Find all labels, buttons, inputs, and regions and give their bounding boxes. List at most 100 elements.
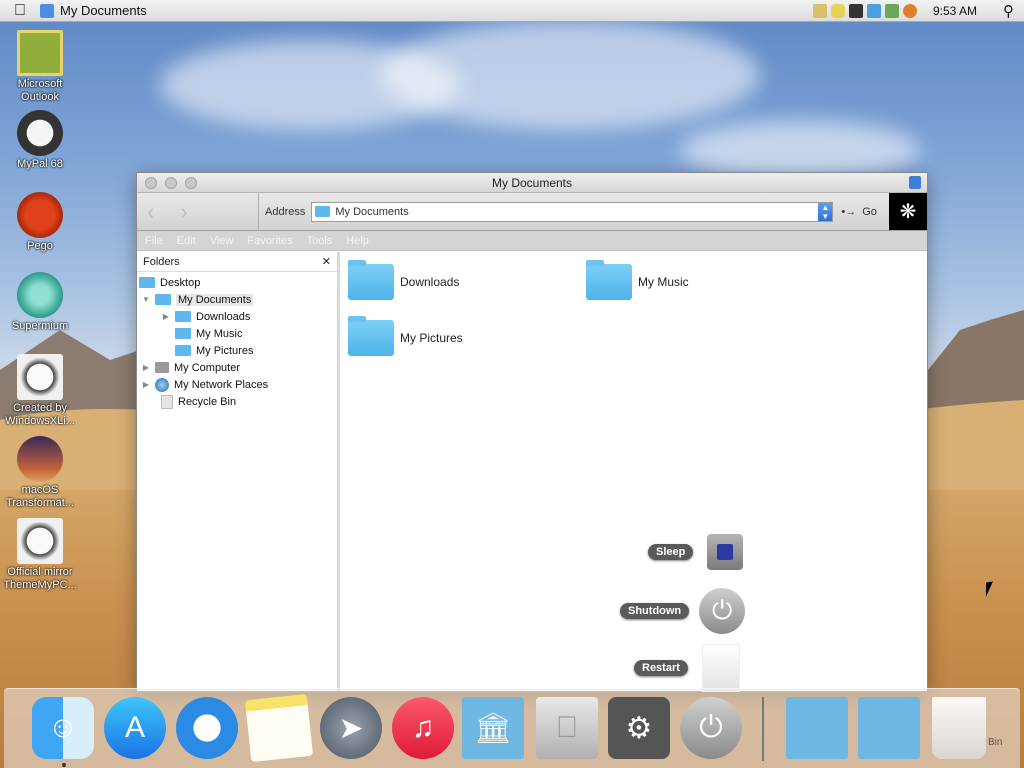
folder-item-label: My Pictures [400,331,463,345]
address-dropdown-button[interactable]: ▲ ▼ [818,202,833,221]
desktop-icon-supermium[interactable]: Supermium [0,272,80,333]
applications-folder-dock-icon[interactable] [786,697,848,759]
menu-file[interactable]: File [145,235,163,247]
tree-item-desktop[interactable]: Desktop [137,274,337,291]
system-preferences-gear-icon[interactable]: ⚙ [608,697,670,759]
menu-view[interactable]: View [210,235,234,247]
explorer-window: My Documents ‹ › Address My Documents ▲ ▼… [136,172,928,692]
shield-icon[interactable] [830,3,845,18]
power-dock-icon[interactable]: ⏻ [680,697,742,759]
folders-pane: Folders ✕ Desktop ▼ My Documents ▶ Downl… [137,252,340,691]
dock: ☺ A ➤ ♫ 🏛  ⚙ ⏻ Bin [4,688,1020,768]
desktop-icon-label: Created by WindowsXLi... [5,402,75,427]
folder-icon [155,294,171,305]
keyboard-icon[interactable] [812,3,827,18]
music-folder-icon [586,260,632,300]
cloud [680,120,920,180]
close-pane-icon[interactable]: ✕ [322,255,331,268]
pictures-folder-icon [348,316,394,356]
launchpad-rocket-icon[interactable]: ➤ [320,697,382,759]
search-icon[interactable]: ⚲ [1003,2,1014,20]
collapsed-arrow-icon[interactable]: ▶ [141,363,151,372]
folder-icon [175,328,191,339]
desktop-icon-macos-transformation[interactable]: macOS Transformat... [0,436,80,510]
window-body: Folders ✕ Desktop ▼ My Documents ▶ Downl… [137,252,927,692]
library-folder-dock-icon[interactable]: 🏛 [462,697,524,759]
restart-option[interactable]: Restart [634,644,740,692]
collapsed-arrow-icon[interactable]: ▶ [141,380,151,389]
notes-dock-icon[interactable] [244,693,314,763]
mac-pro-dock-icon[interactable]:  [536,697,598,759]
folder-item-my-music[interactable]: My Music [586,260,689,300]
trash-icon [161,394,173,409]
back-button[interactable]: ‹ [147,199,154,225]
restart-page-icon [701,644,740,692]
computer-icon [155,362,169,373]
menu-help[interactable]: Help [346,235,369,247]
shutdown-option[interactable]: Shutdown ⏻ [620,588,746,634]
finder-dock-icon[interactable]: ☺ [32,697,94,759]
clock[interactable]: 9:53 AM [933,4,977,18]
folder-item-downloads[interactable]: Downloads [348,260,459,300]
desktop-icon-label: macOS Transformat... [5,484,75,509]
music-dock-icon[interactable]: ♫ [392,697,454,759]
folder-item-my-pictures[interactable]: My Pictures [348,316,463,356]
finder-corner-icon[interactable] [909,176,921,189]
tree-item-downloads[interactable]: ▶ Downloads [137,308,337,325]
dock-separator [762,697,764,761]
tree-item-my-music[interactable]: My Music [137,325,337,342]
collapsed-arrow-icon[interactable]: ▶ [161,312,171,321]
apple-menu-icon[interactable]:  [0,2,40,20]
expanded-arrow-icon[interactable]: ▼ [141,295,151,304]
desktop-icon-label: Official mirror ThemeMyPC... [3,566,77,591]
desktop-icon-outlook[interactable]: Microsoft Outlook [0,30,80,104]
tree-item-label: Desktop [160,276,201,289]
tree-item-label: My Network Places [174,378,269,391]
menu-bar: File Edit View Favorites Tools Help [137,231,927,251]
network-icon[interactable] [866,3,881,18]
tree-item-label: Downloads [196,310,251,323]
app-store-dock-icon[interactable]: A [104,697,166,759]
menubar:  My Documents 9:53 AM ⚲ [0,0,1024,22]
desktop-icon-thememypc[interactable]: Official mirror ThemeMyPC... [0,518,80,592]
tree-item-my-network-places[interactable]: ▶ My Network Places [137,376,337,393]
menu-favorites[interactable]: Favorites [247,235,292,247]
tree-item-my-computer[interactable]: ▶ My Computer [137,359,337,376]
system-tray: 9:53 AM ⚲ [812,2,1024,20]
go-button[interactable]: •→ Go [841,206,877,218]
desktop-icon-mypal[interactable]: MyPal 68 [0,110,80,171]
desktop-icon-label: Microsoft Outlook [17,78,63,103]
desktop-icon-label: MyPal 68 [17,158,63,170]
window-titlebar[interactable]: My Documents [137,173,927,193]
macos-icon [17,436,63,482]
magnifier-tray-icon[interactable] [902,3,917,18]
forward-button[interactable]: › [180,199,187,225]
grid-icon[interactable] [848,3,863,18]
desktop-icon-windowsxlite[interactable]: Created by WindowsXLi... [0,354,80,428]
documents-folder-dock-icon[interactable] [858,697,920,759]
tree-item-my-documents[interactable]: ▼ My Documents [137,291,337,308]
trash-dock-icon[interactable] [932,697,986,759]
sleep-option[interactable]: Sleep [648,534,744,570]
folders-title: Folders [143,255,180,268]
active-window-title[interactable]: My Documents [60,3,147,18]
safari-dock-icon[interactable] [176,697,238,759]
address-field[interactable]: My Documents ▲ ▼ [311,201,834,222]
pego-icon [17,192,63,238]
desktop-icon-pego[interactable]: Pego [0,192,80,253]
file-list: Downloads My Music My Pictures Sleep Shu… [340,252,927,692]
cloud [380,20,760,130]
folder-tree: Desktop ▼ My Documents ▶ Downloads My Mu… [137,272,337,410]
folder-icon [348,260,394,300]
tree-item-label: My Pictures [196,344,254,357]
tree-item-label: My Computer [174,361,241,374]
tree-item-label: Recycle Bin [178,395,237,408]
menu-edit[interactable]: Edit [177,235,196,247]
tree-item-label: My Documents [176,293,254,306]
raccoon-icon [17,110,63,156]
chart-icon[interactable] [884,3,899,18]
address-value: My Documents [335,205,409,218]
tree-item-recycle-bin[interactable]: Recycle Bin [137,393,337,410]
menu-tools[interactable]: Tools [307,235,333,247]
tree-item-my-pictures[interactable]: My Pictures [137,342,337,359]
